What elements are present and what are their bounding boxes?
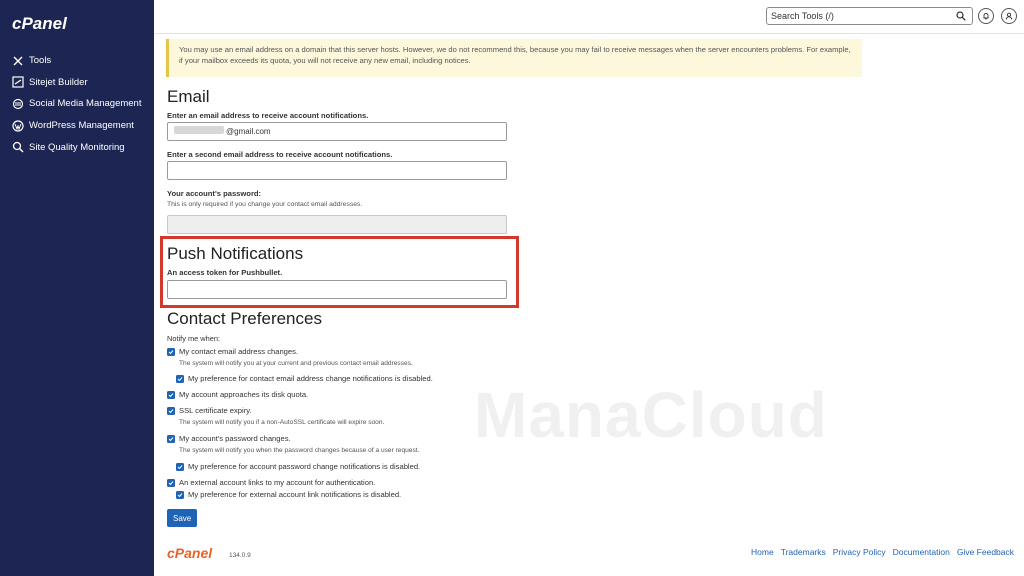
pref-label: My contact email address changes.: [179, 347, 299, 356]
pref-label: An external account links to my account …: [179, 478, 376, 487]
footer-link-home[interactable]: Home: [751, 547, 774, 557]
pref-label: My preference for external account link …: [188, 490, 402, 499]
search-tools-input[interactable]: [766, 7, 973, 25]
pushbullet-token-label: An access token for Pushbullet.: [167, 268, 283, 277]
pref-label: My preference for account password chang…: [188, 462, 421, 471]
sidebar-item-label: Tools: [29, 55, 52, 67]
notify-me-label: Notify me when:: [167, 334, 220, 343]
pref-password-change[interactable]: My account's password changes.: [167, 434, 291, 443]
pref-label: SSL certificate expiry.: [179, 406, 252, 415]
pref-disk-quota[interactable]: My account approaches its disk quota.: [167, 390, 308, 399]
checkbox[interactable]: [176, 490, 184, 499]
notifications-button[interactable]: [978, 8, 994, 24]
sidebar-nav: Tools Sitejet Builder Social Media Manag…: [0, 50, 154, 158]
redacted-email-prefix: [174, 126, 224, 134]
password-help-text: This is only required if you change your…: [167, 201, 363, 208]
user-menu-button[interactable]: [1001, 8, 1017, 24]
warning-callout: You may use an email address on a domain…: [166, 39, 862, 77]
pref-label: My account approaches its disk quota.: [179, 390, 309, 399]
pref-password-disabled[interactable]: My preference for account password chang…: [176, 462, 420, 471]
sidebar-item-label: Site Quality Monitoring: [29, 141, 125, 153]
footer-link-give-feedback[interactable]: Give Feedback: [957, 547, 1014, 557]
sidebar-item-label: Sitejet Builder: [29, 76, 88, 88]
pref-note: The system will notify you when the pass…: [179, 447, 420, 454]
top-bar: [154, 0, 1024, 34]
pref-ssl-expiry[interactable]: SSL certificate expiry.: [167, 406, 252, 415]
pref-label: My preference for contact email address …: [188, 374, 433, 383]
email-section-title: Email: [167, 87, 210, 106]
checkbox[interactable]: [176, 462, 184, 471]
pref-contact-email-change[interactable]: My contact email address changes.: [167, 347, 298, 356]
wordpress-icon: [12, 119, 24, 132]
footer-link-documentation[interactable]: Documentation: [893, 547, 950, 557]
sidebar-item-wordpress-management[interactable]: WordPress Management: [0, 115, 154, 137]
footer-link-trademarks[interactable]: Trademarks: [781, 547, 826, 557]
save-button[interactable]: Save: [167, 509, 197, 527]
footer-link-privacy-policy[interactable]: Privacy Policy: [833, 547, 886, 557]
pref-external-link-disabled[interactable]: My preference for external account link …: [176, 490, 401, 499]
pref-external-account-link[interactable]: An external account links to my account …: [167, 478, 375, 487]
pref-label: My account's password changes.: [179, 434, 291, 443]
second-email-field[interactable]: [167, 161, 507, 180]
pref-note: The system will notify you if a non-Auto…: [179, 419, 385, 426]
checkbox[interactable]: [167, 406, 175, 415]
pushbullet-token-field[interactable]: [167, 280, 507, 299]
sidebar-item-tools[interactable]: Tools: [0, 50, 154, 72]
user-icon: [1005, 12, 1013, 20]
tools-icon: [12, 55, 24, 67]
cpanel-logo[interactable]: cPanel: [12, 14, 67, 34]
footer-links: Home Trademarks Privacy Policy Documenta…: [751, 547, 1014, 557]
sidebar-item-sitejet-builder[interactable]: Sitejet Builder: [0, 72, 154, 94]
second-email-field-label: Enter a second email address to receive …: [167, 150, 393, 159]
main-content: You may use an email address on a domain…: [154, 33, 1024, 576]
sitejet-icon: [12, 76, 24, 88]
search-icon[interactable]: [956, 11, 966, 21]
bell-icon: [983, 13, 989, 20]
sidebar: cPanel Tools Sitejet Builder Social Medi…: [0, 0, 154, 576]
sidebar-item-site-quality-monitoring[interactable]: Site Quality Monitoring: [0, 136, 154, 158]
pref-contact-email-disabled[interactable]: My preference for contact email address …: [176, 374, 433, 383]
email-field-label: Enter an email address to receive accoun…: [167, 111, 369, 120]
search-icon: [12, 141, 24, 153]
watermark-text: ManaCloud: [474, 379, 828, 451]
social-icon: [12, 98, 24, 110]
checkbox[interactable]: [176, 374, 184, 383]
checkbox[interactable]: [167, 390, 175, 399]
password-field[interactable]: [167, 215, 507, 234]
contact-preferences-title: Contact Preferences: [167, 309, 322, 328]
password-field-label: Your account's password:: [167, 189, 262, 198]
sidebar-item-label: WordPress Management: [29, 120, 134, 132]
sidebar-item-label: Social Media Management: [29, 98, 142, 110]
checkbox[interactable]: [167, 434, 175, 443]
footer-cpanel-logo: cPanel: [167, 545, 213, 561]
checkbox[interactable]: [167, 347, 175, 356]
checkbox[interactable]: [167, 478, 175, 487]
footer-version: 134.0.9: [229, 552, 251, 559]
pref-note: The system will notify you at your curre…: [179, 360, 413, 367]
sidebar-item-social-media-management[interactable]: Social Media Management: [0, 93, 154, 115]
push-notifications-title: Push Notifications: [167, 244, 304, 263]
